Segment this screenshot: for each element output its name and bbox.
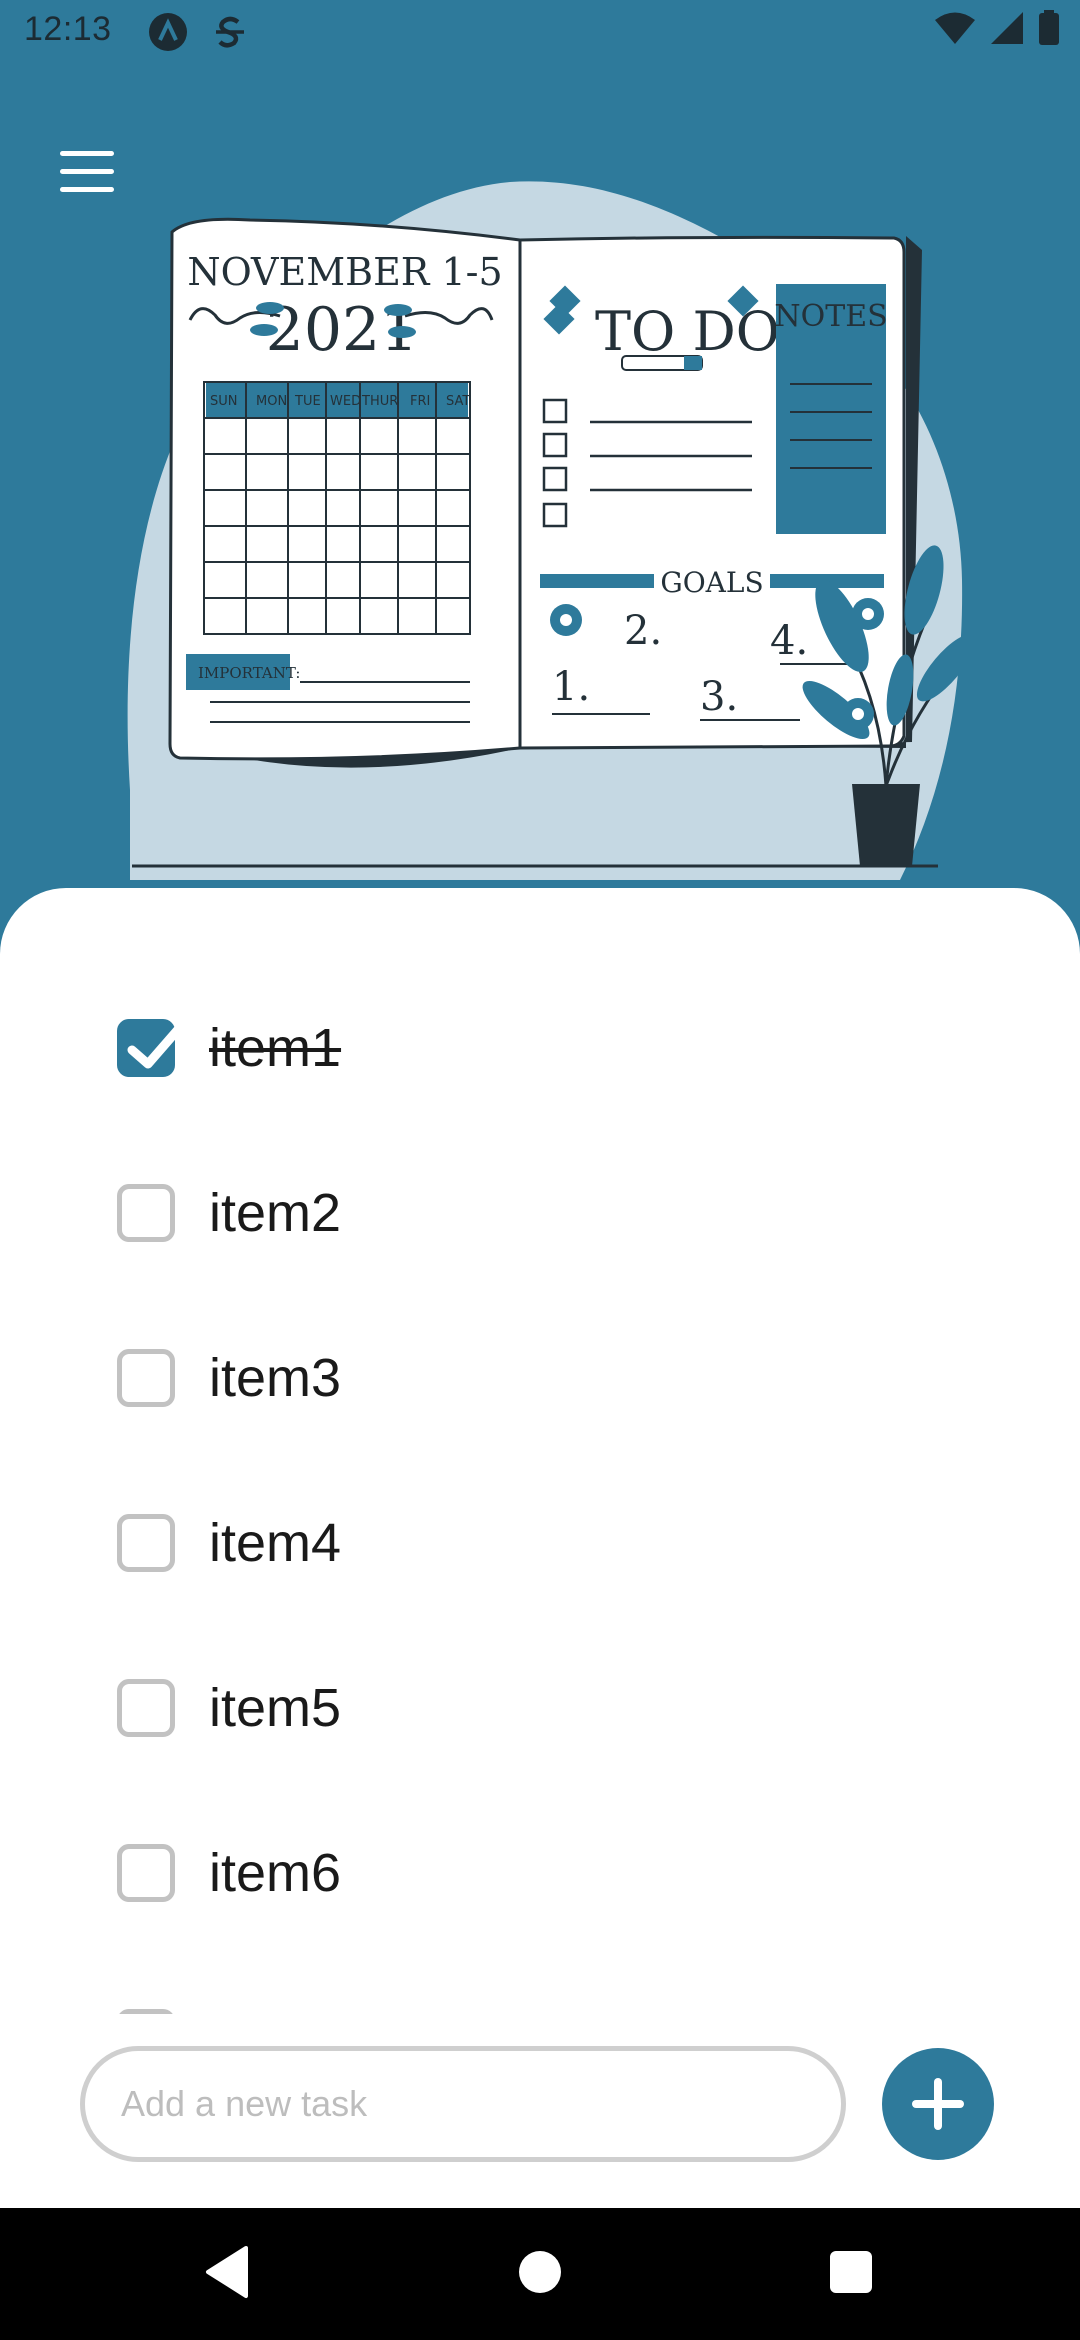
illus-todo-label: TO DO: xyxy=(595,300,798,363)
a-badge-icon xyxy=(149,13,187,51)
task-item[interactable]: item6 xyxy=(0,1803,1080,1943)
task-label: item2 xyxy=(209,1183,342,1243)
task-item[interactable]: item2 xyxy=(0,1143,1080,1283)
task-item[interactable]: item4 xyxy=(0,1473,1080,1613)
task-item[interactable]: item3 xyxy=(0,1308,1080,1448)
illus-goal-number: 3. xyxy=(700,674,738,720)
weekday-label: WED xyxy=(330,394,361,409)
checkmark-icon xyxy=(127,1013,193,1069)
illus-goal-number: 2. xyxy=(624,608,662,654)
task-list: item1 item2 item3 item4 item5 item6 item… xyxy=(0,888,1080,2014)
battery-icon xyxy=(1039,10,1059,45)
home-icon[interactable] xyxy=(518,2244,562,2300)
task-checkbox[interactable] xyxy=(117,2009,175,2014)
planner-illustration: NOVEMBER 1-5 2021 SUN MON TUE WED THUR F… xyxy=(127,181,976,881)
task-checkbox[interactable] xyxy=(117,1679,175,1737)
task-item[interactable]: item5 xyxy=(0,1638,1080,1778)
task-label: item1 xyxy=(209,1018,342,1078)
task-sheet: item1 item2 item3 item4 item5 item6 item… xyxy=(0,888,1080,2208)
task-checkbox[interactable] xyxy=(117,1844,175,1902)
status-bar: 12:13 xyxy=(0,0,1080,66)
weekday-label: THUR xyxy=(361,394,398,409)
signal-icon xyxy=(991,12,1023,44)
illus-month-title: NOVEMBER 1-5 xyxy=(187,250,502,294)
weekday-label: MON xyxy=(256,394,287,409)
illus-notes-label: NOTES xyxy=(774,299,887,334)
wifi-icon xyxy=(935,12,975,44)
weekday-label: SAT xyxy=(446,394,470,409)
illus-goals-label: GOALS xyxy=(660,566,763,599)
illus-goal-number: 1. xyxy=(552,664,590,710)
back-icon[interactable] xyxy=(202,2244,250,2300)
weekday-label: FRI xyxy=(410,394,430,409)
task-label: item5 xyxy=(209,1678,342,1738)
weekday-label: TUE xyxy=(294,394,321,409)
illus-important-label: IMPORTANT: xyxy=(198,664,300,682)
weekday-label: SUN xyxy=(210,394,238,409)
status-time: 12:13 xyxy=(24,10,112,48)
add-task-button[interactable] xyxy=(882,2048,994,2160)
new-task-input[interactable] xyxy=(80,2046,846,2162)
plus-icon xyxy=(912,2078,964,2130)
task-label: item6 xyxy=(209,1843,342,1903)
task-label: item7 xyxy=(209,2007,341,2014)
task-checkbox[interactable] xyxy=(117,1514,175,1572)
task-label: item4 xyxy=(209,1513,342,1573)
recents-icon[interactable] xyxy=(828,2244,874,2300)
illus-goal-number: 4. xyxy=(770,618,808,664)
task-checkbox[interactable] xyxy=(117,1349,175,1407)
navigation-bar xyxy=(0,2208,1080,2340)
s-badge-icon xyxy=(216,16,244,48)
task-checkbox[interactable] xyxy=(117,1013,193,1077)
task-item[interactable]: item1 xyxy=(0,978,1080,1118)
task-item[interactable]: item7 xyxy=(0,1968,1080,2014)
task-checkbox[interactable] xyxy=(117,1184,175,1242)
task-label: item3 xyxy=(209,1348,342,1408)
